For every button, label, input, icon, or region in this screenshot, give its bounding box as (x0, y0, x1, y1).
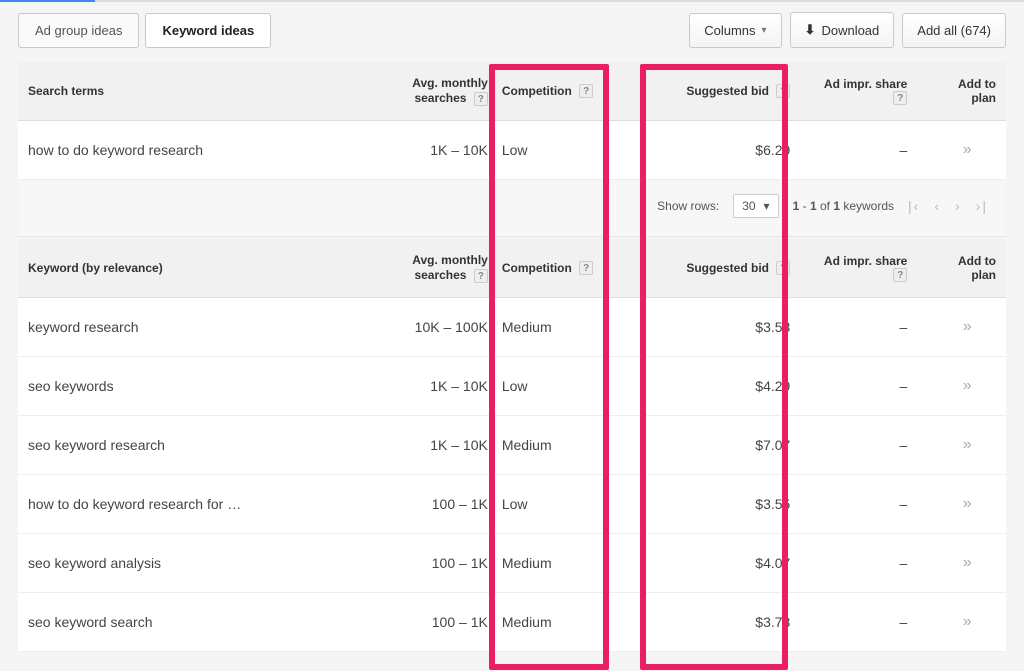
pager-last-icon[interactable]: ›| (976, 198, 988, 214)
cell-avg: 1K – 10K (381, 357, 492, 416)
help-icon[interactable]: ? (893, 91, 907, 105)
help-icon[interactable]: ? (474, 92, 488, 106)
header-suggested-bid[interactable]: Suggested bid ? (648, 62, 804, 121)
help-icon[interactable]: ? (776, 261, 790, 275)
cell-impr: – (804, 121, 925, 180)
cell-term: keyword research (18, 298, 381, 357)
cell-impr: – (804, 593, 925, 652)
cell-term: how to do keyword research (18, 121, 381, 180)
header-keyword-relevance[interactable]: Keyword (by relevance) (18, 239, 381, 298)
add-to-plan-icon[interactable]: » (963, 377, 969, 394)
download-button[interactable]: ⬇ Download (790, 12, 895, 48)
cell-impr: – (804, 298, 925, 357)
table-row: keyword research10K – 100KMedium$3.58– » (18, 298, 1006, 357)
add-to-plan-icon[interactable]: » (963, 436, 969, 453)
cell-bid: $6.29 (648, 121, 804, 180)
cell-avg: 1K – 10K (381, 121, 492, 180)
chevron-down-icon: ▾ (764, 199, 770, 213)
add-to-plan-icon[interactable]: » (963, 495, 969, 512)
table-row: seo keywords1K – 10KLow$4.29– » (18, 357, 1006, 416)
pager: Show rows: 30 ▾ 1 - 1 of 1 keywords |‹ ‹… (18, 180, 1006, 237)
cell-bid: $3.58 (648, 298, 804, 357)
add-all-label: Add all (674) (917, 23, 991, 38)
cell-avg: 100 – 1K (381, 534, 492, 593)
add-all-button[interactable]: Add all (674) (902, 13, 1006, 48)
columns-button[interactable]: Columns ▾ (689, 13, 781, 48)
download-icon: ⬇ (805, 22, 816, 38)
cell-competition: Medium (492, 298, 648, 357)
cell-avg: 10K – 100K (381, 298, 492, 357)
pager-prev-icon[interactable]: ‹ (934, 198, 941, 214)
table-row: how to do keyword research1K – 10KLow$6.… (18, 121, 1006, 180)
header-ad-impr-share[interactable]: Ad impr. share ? (804, 239, 925, 298)
header-search-terms[interactable]: Search terms (18, 62, 381, 121)
columns-label: Columns (704, 23, 755, 38)
download-label: Download (821, 23, 879, 38)
help-icon[interactable]: ? (579, 261, 593, 275)
header-suggested-bid[interactable]: Suggested bid ? (648, 239, 804, 298)
cell-impr: – (804, 416, 925, 475)
cell-bid: $4.29 (648, 357, 804, 416)
cell-bid: $7.07 (648, 416, 804, 475)
cell-impr: – (804, 475, 925, 534)
cell-term: how to do keyword research for … (18, 475, 381, 534)
cell-impr: – (804, 534, 925, 593)
cell-competition: Low (492, 121, 648, 180)
cell-competition: Medium (492, 416, 648, 475)
cell-competition: Medium (492, 593, 648, 652)
cell-avg: 1K – 10K (381, 416, 492, 475)
cell-competition: Low (492, 357, 648, 416)
cell-term: seo keyword research (18, 416, 381, 475)
pager-next-icon[interactable]: › (955, 198, 962, 214)
table-row: how to do keyword research for …100 – 1K… (18, 475, 1006, 534)
header-add-to-plan: Add to plan (925, 239, 1006, 298)
tab-ad-group-ideas[interactable]: Ad group ideas (18, 13, 139, 48)
cell-competition: Low (492, 475, 648, 534)
help-icon[interactable]: ? (474, 269, 488, 283)
header-competition[interactable]: Competition ? (492, 239, 648, 298)
header-avg-searches[interactable]: Avg. monthly searches ? (381, 239, 492, 298)
cell-impr: – (804, 357, 925, 416)
tab-keyword-ideas[interactable]: Keyword ideas (145, 13, 271, 48)
cell-bid: $3.55 (648, 475, 804, 534)
help-icon[interactable]: ? (579, 84, 593, 98)
cell-term: seo keyword search (18, 593, 381, 652)
cell-avg: 100 – 1K (381, 475, 492, 534)
cell-avg: 100 – 1K (381, 593, 492, 652)
cell-term: seo keyword analysis (18, 534, 381, 593)
show-rows-label: Show rows: (657, 199, 719, 213)
add-to-plan-icon[interactable]: » (963, 554, 969, 571)
cell-bid: $4.07 (648, 534, 804, 593)
table-row: seo keyword research1K – 10KMedium$7.07–… (18, 416, 1006, 475)
header-avg-searches[interactable]: Avg. monthly searches ? (381, 62, 492, 121)
add-to-plan-icon[interactable]: » (963, 141, 969, 158)
header-ad-impr-share[interactable]: Ad impr. share ? (804, 62, 925, 121)
header-add-to-plan: Add to plan (925, 62, 1006, 121)
cell-bid: $3.73 (648, 593, 804, 652)
table-row: seo keyword search100 – 1KMedium$3.73– » (18, 593, 1006, 652)
keyword-relevance-table: Keyword (by relevance) Avg. monthly sear… (18, 239, 1006, 652)
cell-competition: Medium (492, 534, 648, 593)
add-to-plan-icon[interactable]: » (963, 613, 969, 630)
table-row: seo keyword analysis100 – 1KMedium$4.07–… (18, 534, 1006, 593)
rows-select[interactable]: 30 ▾ (733, 194, 778, 218)
header-competition[interactable]: Competition ? (492, 62, 648, 121)
help-icon[interactable]: ? (893, 268, 907, 282)
add-to-plan-icon[interactable]: » (963, 318, 969, 335)
cell-term: seo keywords (18, 357, 381, 416)
help-icon[interactable]: ? (776, 84, 790, 98)
pager-range: 1 - 1 of 1 keywords (793, 199, 894, 213)
pager-first-icon[interactable]: |‹ (908, 198, 920, 214)
toolbar: Ad group ideas Keyword ideas Columns ▾ ⬇… (0, 2, 1024, 62)
chevron-down-icon: ▾ (762, 25, 767, 36)
search-terms-table: Search terms Avg. monthly searches ? Com… (18, 62, 1006, 180)
